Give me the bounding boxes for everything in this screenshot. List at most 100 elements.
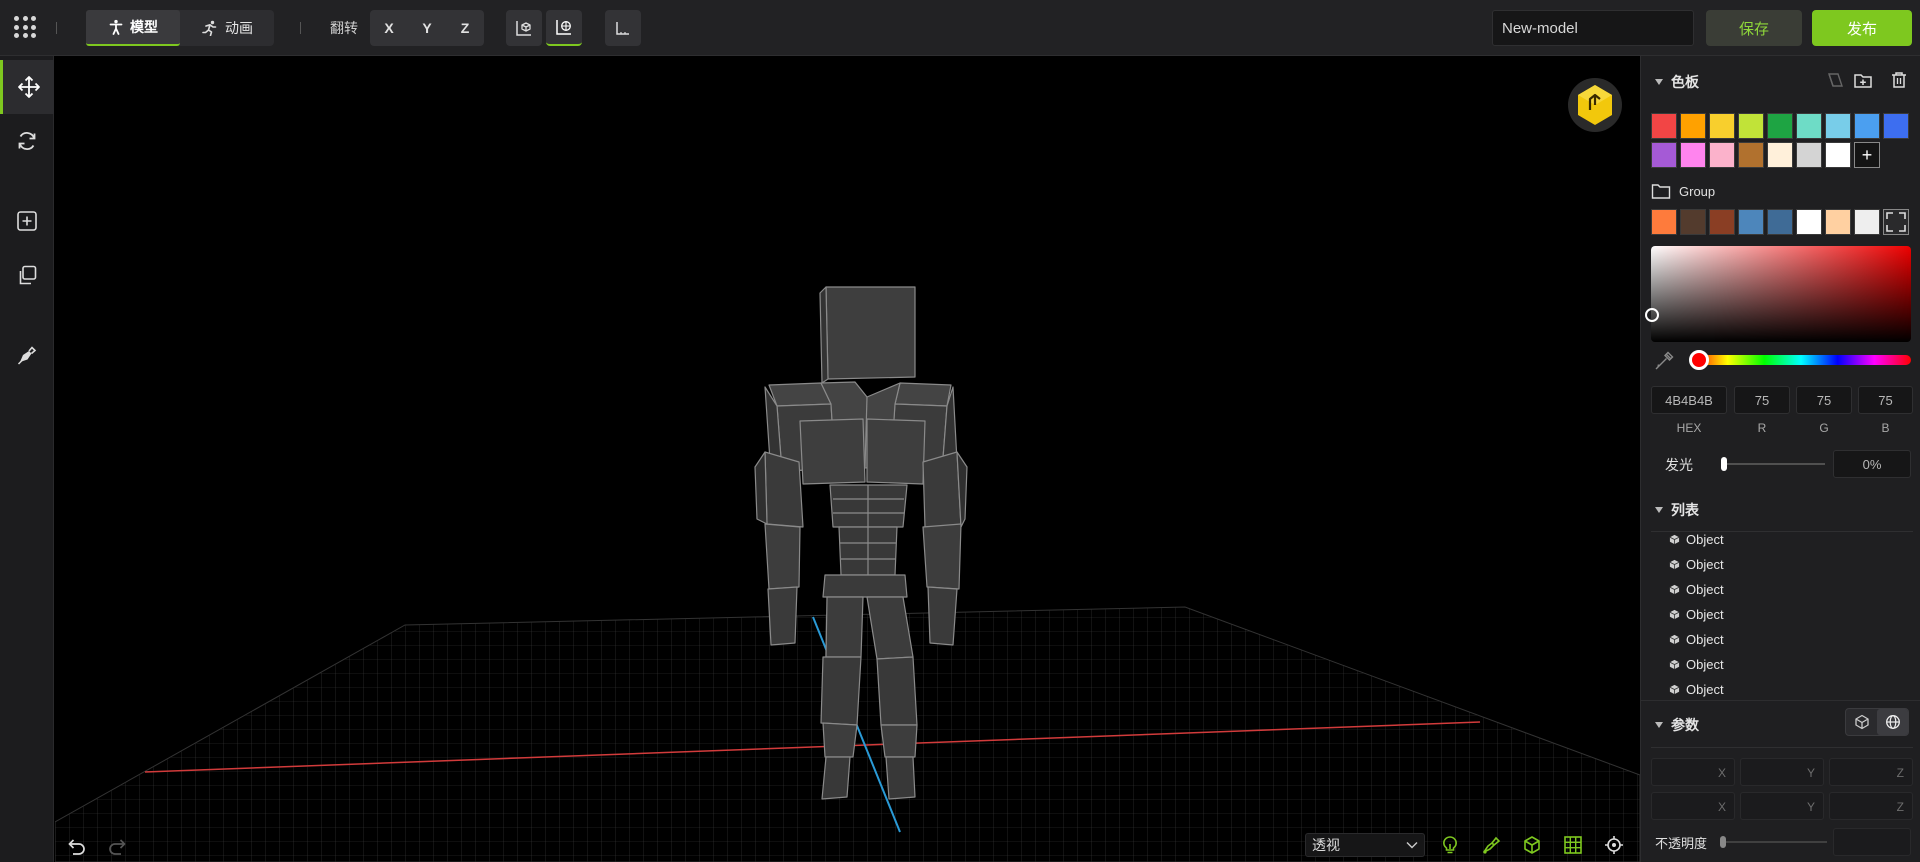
paint-brush-button[interactable] <box>0 328 54 382</box>
ground-snap-button[interactable] <box>605 10 641 46</box>
blue-input[interactable] <box>1858 386 1913 414</box>
group-color-swatch[interactable] <box>1651 209 1677 235</box>
opacity-slider-thumb[interactable] <box>1720 836 1726 848</box>
object-list-header[interactable]: 列表 <box>1655 500 1699 520</box>
color-swatch[interactable] <box>1767 113 1793 139</box>
green-input[interactable] <box>1796 386 1852 414</box>
object-list-item[interactable]: Object <box>1669 677 1909 702</box>
hex-input[interactable] <box>1651 386 1727 414</box>
undo-icon[interactable] <box>65 836 87 856</box>
palette-title: 色板 <box>1671 74 1699 90</box>
color-swatch[interactable] <box>1796 113 1822 139</box>
color-swatch[interactable] <box>1883 113 1909 139</box>
world-param-button[interactable] <box>1877 709 1908 735</box>
palette-section-header[interactable]: 色板 <box>1655 72 1699 92</box>
group-color-swatch[interactable] <box>1738 209 1764 235</box>
color-swatch[interactable] <box>1680 142 1706 168</box>
cube-toggle-button[interactable] <box>1520 833 1544 857</box>
hue-slider-handle[interactable] <box>1689 350 1709 370</box>
cube-icon <box>1524 836 1540 854</box>
focus-button[interactable] <box>1602 833 1626 857</box>
group-color-swatch[interactable] <box>1854 209 1880 235</box>
group-color-swatch[interactable] <box>1796 209 1822 235</box>
param-row1-x-field[interactable]: X <box>1651 758 1735 786</box>
move-tool-button[interactable] <box>0 60 54 114</box>
param-row2-x-field[interactable]: X <box>1651 792 1735 820</box>
hue-slider[interactable] <box>1689 350 1911 370</box>
redo-icon[interactable] <box>107 836 129 856</box>
object-name: Object <box>1686 582 1724 597</box>
object-name: Object <box>1686 657 1724 672</box>
apps-grid-icon[interactable] <box>14 16 36 38</box>
opacity-slider[interactable] <box>1720 836 1827 848</box>
group-label[interactable]: Group <box>1679 184 1715 199</box>
param-row2-z-field[interactable]: Z <box>1829 792 1913 820</box>
top-bar: 模型 动画 翻转 X Y Z New-model 保存 发布 <box>0 0 1920 56</box>
object-list-item[interactable]: Object <box>1669 652 1909 677</box>
mode-model-button[interactable]: 模型 <box>86 10 180 46</box>
expand-group-icon[interactable] <box>1883 209 1909 235</box>
color-swatch[interactable] <box>1738 113 1764 139</box>
object-cube-icon <box>1669 534 1680 545</box>
add-folder-icon[interactable] <box>1853 70 1873 90</box>
param-row2-y-field[interactable]: Y <box>1740 792 1824 820</box>
glow-slider[interactable] <box>1721 457 1825 471</box>
red-input[interactable] <box>1734 386 1790 414</box>
hex-label: HEX <box>1676 421 1702 435</box>
add-color-button[interactable]: + <box>1854 142 1880 168</box>
group-color-swatch[interactable] <box>1825 209 1851 235</box>
mode-animation-button[interactable]: 动画 <box>180 10 274 46</box>
opacity-value-field[interactable] <box>1833 828 1911 856</box>
group-color-swatch[interactable] <box>1767 209 1793 235</box>
params-section-header[interactable]: 参数 <box>1655 715 1699 735</box>
param-row1-z-field[interactable]: Z <box>1829 758 1913 786</box>
save-button[interactable]: 保存 <box>1706 10 1802 46</box>
color-swatch[interactable] <box>1767 142 1793 168</box>
3d-viewport[interactable]: 透视 <box>55 57 1640 862</box>
delete-palette-icon[interactable] <box>1889 70 1909 90</box>
grid-toggle-button[interactable] <box>1561 833 1585 857</box>
saturation-value-picker[interactable] <box>1645 246 1911 342</box>
param-row1-y-field[interactable]: Y <box>1740 758 1824 786</box>
color-swatch[interactable] <box>1651 142 1677 168</box>
world-space-button[interactable] <box>546 10 582 46</box>
color-swatch[interactable] <box>1651 113 1677 139</box>
color-swatch[interactable] <box>1825 113 1851 139</box>
group-color-swatch[interactable] <box>1680 209 1706 235</box>
color-swatch[interactable] <box>1738 142 1764 168</box>
flip-y-button[interactable]: Y <box>408 10 446 46</box>
paint-toggle-button[interactable] <box>1479 833 1503 857</box>
light-toggle-button[interactable] <box>1438 833 1462 857</box>
color-swatch[interactable] <box>1854 113 1880 139</box>
view-mode-select[interactable]: 透视 <box>1305 833 1425 857</box>
group-color-swatch[interactable] <box>1709 209 1735 235</box>
color-swatch[interactable] <box>1680 113 1706 139</box>
glow-slider-thumb[interactable] <box>1721 457 1727 471</box>
object-cube-icon <box>1669 684 1680 695</box>
palette-style-icon[interactable] <box>1825 70 1845 90</box>
scene-canvas[interactable] <box>55 57 1640 862</box>
object-list-item[interactable]: Object <box>1669 527 1909 552</box>
add-object-button[interactable] <box>0 194 54 248</box>
orientation-gizmo-icon[interactable] <box>1567 77 1623 133</box>
flip-z-button[interactable]: Z <box>446 10 484 46</box>
local-param-button[interactable] <box>1846 709 1877 735</box>
model-name-input[interactable] <box>1492 10 1694 46</box>
object-list-item[interactable]: Object <box>1669 552 1909 577</box>
object-list-item[interactable]: Object <box>1669 627 1909 652</box>
local-space-button[interactable] <box>506 10 542 46</box>
glow-value-input[interactable] <box>1833 450 1911 478</box>
color-swatch[interactable] <box>1825 142 1851 168</box>
object-list-item[interactable]: Object <box>1669 577 1909 602</box>
color-swatch[interactable] <box>1796 142 1822 168</box>
duplicate-button[interactable] <box>0 248 54 302</box>
group-swatches <box>1651 209 1909 235</box>
rotate-tool-button[interactable] <box>0 114 54 168</box>
saturation-handle[interactable] <box>1645 308 1659 322</box>
publish-button[interactable]: 发布 <box>1812 10 1912 46</box>
eyedropper-icon[interactable] <box>1653 350 1675 372</box>
object-list-item[interactable]: Object <box>1669 602 1909 627</box>
color-swatch[interactable] <box>1709 142 1735 168</box>
flip-x-button[interactable]: X <box>370 10 408 46</box>
color-swatch[interactable] <box>1709 113 1735 139</box>
